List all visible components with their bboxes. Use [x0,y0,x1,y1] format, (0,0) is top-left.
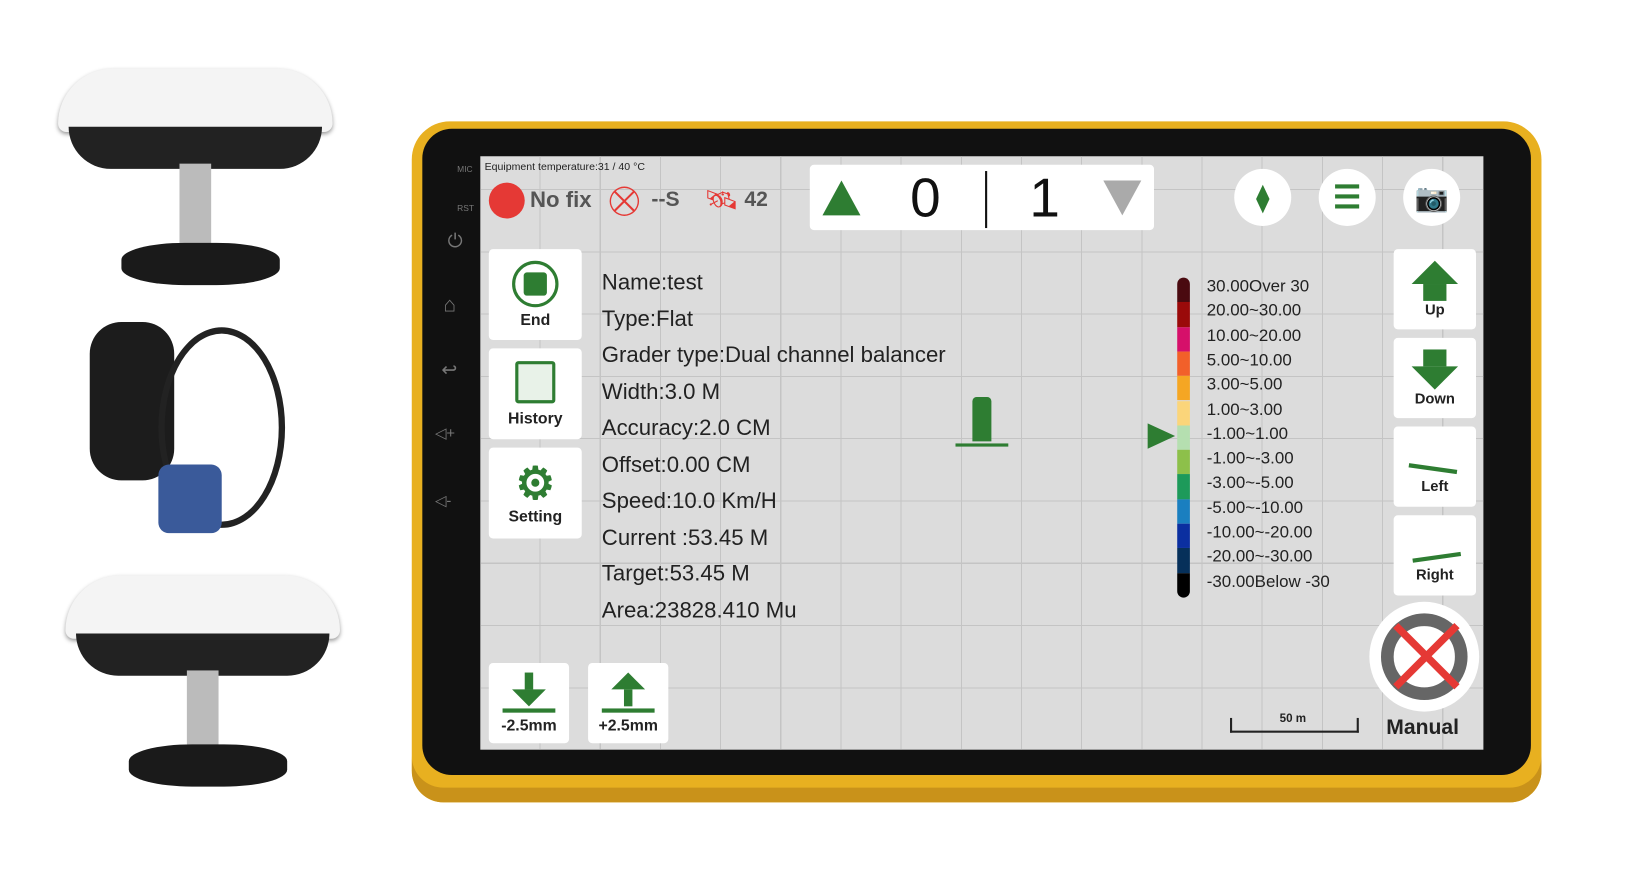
legend-swatch [1177,400,1190,426]
left-button[interactable]: Left [1393,426,1477,507]
raise-label: +2.5mm [598,716,658,735]
camera-button[interactable]: 📷 [1403,168,1461,226]
rst-label: RST [457,203,475,214]
satellite-icon: 🛰 [704,183,740,216]
legend-swatch [1177,499,1190,524]
compass-icon: ⧫ [1255,181,1270,213]
differential-icon: ⛒ [609,183,640,217]
tilt-left-icon [1408,435,1462,475]
left-label: Left [1421,477,1449,495]
legend-swatch [1177,302,1190,327]
compass-button[interactable]: ⧫ [1234,168,1292,226]
stop-icon [512,260,559,307]
gnss-antenna-top [58,68,333,291]
legend-swatch [1177,351,1190,377]
legend-label: -30.00Below -30 [1206,572,1330,591]
legend-swatch [1177,474,1190,500]
fix-status-icon [488,182,525,219]
power-icon[interactable]: ⏻ [448,230,463,252]
info-current: Current :53.45 M [601,525,769,550]
legend-swatch [1177,449,1190,475]
end-button[interactable]: End [488,249,582,340]
up-label: Up [1424,300,1445,318]
screen: Equipment temperature:31 / 40 °C No fix … [480,156,1484,750]
history-label: History [508,409,563,428]
gear-icon: ⚙ [515,457,556,508]
satellite-count: 42 [744,187,768,212]
back-icon[interactable]: ↩ [441,359,457,381]
legend-swatch [1177,425,1190,450]
info-target: Target:53.45 M [601,561,750,586]
down-button[interactable]: Down [1393,337,1477,419]
info-speed: Speed:10.0 Km/H [601,488,777,514]
info-width: Width:3.0 M [601,379,721,404]
right-button[interactable]: Right [1393,515,1477,596]
mode-label: Manual [1386,715,1460,740]
lower-2-5mm-button[interactable]: -2.5mm [488,663,570,744]
legend-swatch [1177,326,1190,352]
current-level-indicator-icon [1147,423,1176,449]
history-button[interactable]: History [488,348,582,440]
cable-connector [158,464,222,534]
lower-label: -2.5mm [501,716,557,735]
manual-mode-button[interactable] [1369,601,1480,712]
counter-left: 0 [910,167,941,230]
tilt-right-icon [1408,524,1462,563]
up-arrow-icon [1411,260,1459,285]
volume-down-icon[interactable]: ◁- [435,492,451,510]
map-scale-label: 50 m [1279,712,1307,726]
down-arrow-icon [1411,366,1459,390]
end-label: End [520,310,551,329]
volume-up-icon[interactable]: ◁+ [435,424,455,442]
align-icon: ☰ [1332,180,1362,215]
fix-status: No fix [530,187,592,213]
legend-label: -20.00~-30.00 [1206,548,1313,567]
legend-label: 1.00~3.00 [1206,400,1283,419]
info-grader-type: Grader type:Dual channel balancer [601,343,946,368]
history-icon [515,360,556,403]
arrow-down-icon [512,688,546,706]
legend-label: -3.00~-5.00 [1206,474,1294,493]
info-accuracy: Accuracy:2.0 CM [601,415,771,441]
gnss-antenna-bottom [65,575,340,797]
legend-label: 20.00~30.00 [1206,302,1302,321]
raise-2-5mm-button[interactable]: +2.5mm [588,663,669,744]
info-type: Type:Flat [601,306,694,331]
info-area: Area:23828.410 Mu [601,598,797,623]
align-button[interactable]: ☰ [1318,168,1376,226]
right-label: Right [1415,565,1454,583]
differential-status: --S [651,187,680,212]
info-name: Name:test [601,270,703,295]
legend-label: 10.00~20.00 [1206,326,1302,345]
map-scale-bar: 50 m [1230,713,1359,733]
up-button[interactable]: Up [1393,249,1477,330]
home-icon[interactable]: ⌂ [443,294,456,318]
legend-swatch [1177,523,1190,549]
legend-swatch [1177,277,1190,303]
counter-right: 1 [1029,167,1060,230]
job-info: Name:test Type:Flat Grader type:Dual cha… [602,265,946,629]
camera-icon: 📷 [1414,181,1449,213]
mic-label: MIC [457,164,473,175]
legend-swatch [1177,548,1190,573]
setting-button[interactable]: ⚙ Setting [488,447,582,539]
legend-swatch [1177,572,1190,598]
legend-label: -5.00~-10.00 [1206,499,1304,518]
elevation-counter: 0 1 [809,164,1154,231]
legend-label: 3.00~5.00 [1206,376,1283,395]
legend-swatch [1177,376,1190,401]
lower-arrow-icon[interactable] [1103,180,1142,216]
equipment-temperature: Equipment temperature:31 / 40 °C [484,161,645,174]
info-offset: Offset:0.00 CM [601,452,751,477]
setting-label: Setting [508,507,563,526]
legend-label: 30.00Over 30 [1206,277,1310,296]
down-label: Down [1414,389,1455,407]
legend-label: -1.00~1.00 [1206,425,1289,444]
legend-label: -10.00~-20.00 [1206,523,1313,542]
legend-label: -1.00~-3.00 [1206,449,1294,468]
steering-wheel-disabled-icon [1380,613,1468,700]
legend-label: 5.00~10.00 [1206,351,1292,370]
raise-arrow-icon[interactable] [822,180,861,216]
arrow-up-icon [611,672,646,689]
